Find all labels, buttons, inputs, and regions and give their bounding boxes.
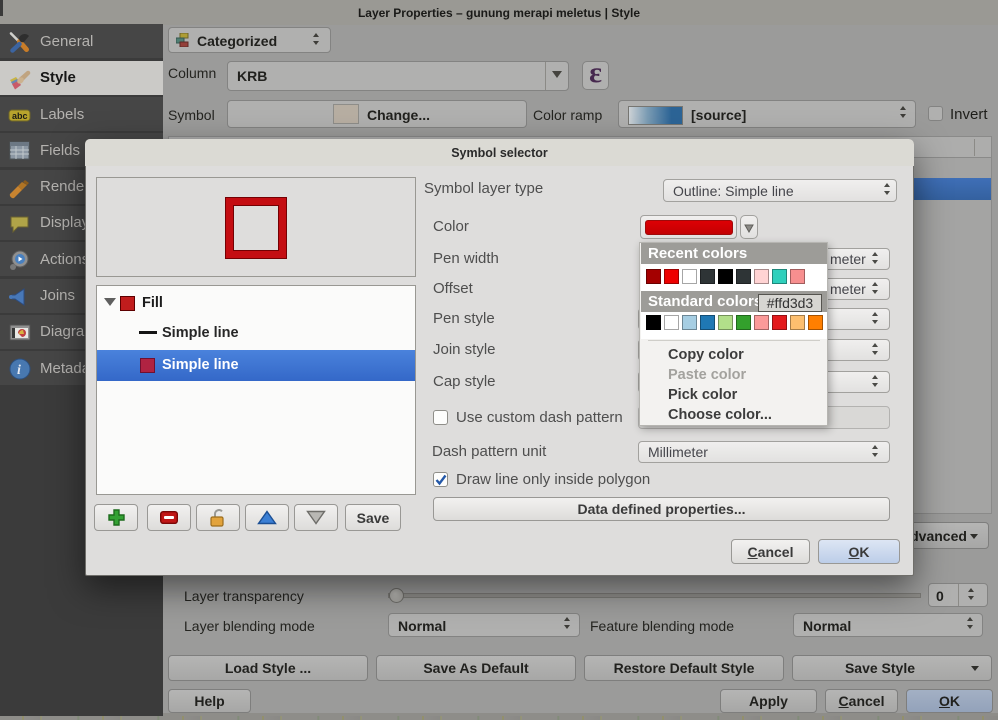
svg-text:i: i xyxy=(17,363,21,378)
svg-text:abc: abc xyxy=(12,111,28,121)
